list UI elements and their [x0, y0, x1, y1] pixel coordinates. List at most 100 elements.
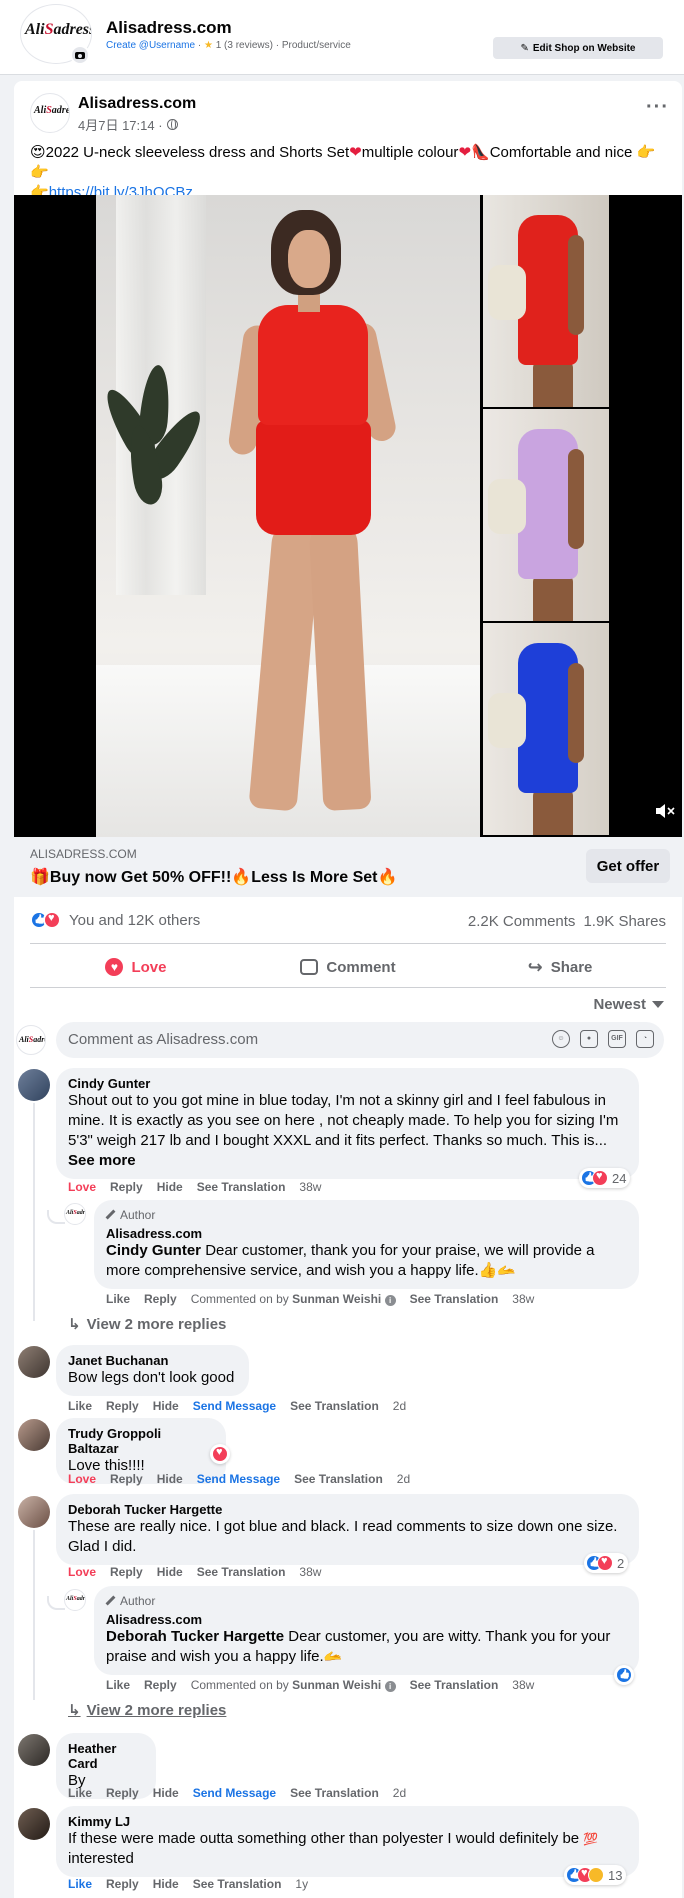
- like-action[interactable]: Like: [106, 1292, 130, 1306]
- commenter-avatar[interactable]: [18, 1069, 50, 1101]
- reply-author-name[interactable]: Alisadress.com: [106, 1226, 627, 1241]
- hide-action[interactable]: Hide: [153, 1877, 179, 1891]
- mention[interactable]: Deborah Tucker Hargette: [106, 1628, 284, 1645]
- reply-time[interactable]: 38w: [512, 1678, 534, 1692]
- post-text-part2: multiple colour: [361, 144, 459, 161]
- emoji-icon[interactable]: ☺: [552, 1030, 570, 1048]
- hide-action[interactable]: Hide: [157, 1472, 183, 1486]
- post-author-name[interactable]: Alisadress.com: [78, 95, 196, 113]
- hide-action[interactable]: Hide: [153, 1399, 179, 1413]
- commenter-avatar[interactable]: [18, 1496, 50, 1528]
- see-translation-action[interactable]: See Translation: [290, 1786, 379, 1800]
- author-reply-avatar[interactable]: AliSadress: [64, 1589, 86, 1611]
- see-translation-action[interactable]: See Translation: [294, 1472, 383, 1486]
- hide-action[interactable]: Hide: [157, 1565, 183, 1579]
- reply-reactions[interactable]: [614, 1665, 634, 1685]
- reply-action[interactable]: Reply: [110, 1472, 143, 1486]
- comment-bubble: Janet Buchanan Bow legs don't look good: [56, 1345, 249, 1396]
- comment-time[interactable]: 2d: [393, 1786, 406, 1800]
- rating-text[interactable]: 1 (3 reviews): [216, 40, 273, 51]
- comment-time[interactable]: 1y: [295, 1877, 308, 1891]
- comment-reactions[interactable]: [210, 1444, 230, 1464]
- shares-count[interactable]: 1.9K Shares: [583, 913, 666, 930]
- commenter-name[interactable]: Trudy Groppoli Baltazar: [68, 1426, 214, 1456]
- camera-icon[interactable]: [70, 45, 90, 65]
- love-action[interactable]: Love: [68, 1565, 96, 1579]
- like-action[interactable]: Like: [68, 1399, 92, 1413]
- author-reply-avatar[interactable]: AliSadress: [64, 1203, 86, 1225]
- edit-shop-button[interactable]: ✎ Edit Shop on Website: [493, 37, 663, 59]
- hide-action[interactable]: Hide: [153, 1786, 179, 1800]
- mute-icon[interactable]: [654, 801, 676, 821]
- comment-button[interactable]: Comment: [242, 947, 454, 987]
- see-translation-action[interactable]: See Translation: [290, 1399, 379, 1413]
- post-video[interactable]: [14, 195, 682, 837]
- reply-action[interactable]: Reply: [144, 1292, 177, 1306]
- love-action[interactable]: Love: [68, 1180, 96, 1194]
- share-icon: ↪: [527, 956, 543, 977]
- sort-dropdown[interactable]: Newest: [593, 996, 664, 1013]
- like-action[interactable]: Like: [106, 1678, 130, 1692]
- send-message-action[interactable]: Send Message: [193, 1786, 276, 1800]
- view-more-replies[interactable]: ↳ View 2 more replies: [68, 1701, 226, 1720]
- commenter-avatar[interactable]: [18, 1808, 50, 1840]
- info-icon[interactable]: i: [384, 1295, 396, 1306]
- comment-composer[interactable]: Comment as Alisadress.com ☺ ● GIF ◔: [56, 1022, 664, 1058]
- love-button[interactable]: ♥ Love: [30, 947, 242, 987]
- get-offer-button[interactable]: Get offer: [586, 849, 670, 883]
- see-more-link[interactable]: See more: [68, 1152, 136, 1169]
- see-translation-action[interactable]: See Translation: [197, 1565, 286, 1579]
- link-preview[interactable]: ALISADRESS.COM 🎁Buy now Get 50% OFF!!🔥Le…: [14, 837, 682, 897]
- reply-action[interactable]: Reply: [144, 1678, 177, 1692]
- page-name[interactable]: Alisadress.com: [106, 18, 232, 38]
- commenter-name[interactable]: Heather Card: [68, 1741, 144, 1771]
- commenter-avatar[interactable]: [18, 1734, 50, 1766]
- commenter-link[interactable]: Sunman Weishi: [292, 1292, 381, 1306]
- commenter-name[interactable]: Cindy Gunter: [68, 1076, 627, 1091]
- commenter-avatar[interactable]: [18, 1346, 50, 1378]
- commenter-name[interactable]: Deborah Tucker Hargette: [68, 1502, 627, 1517]
- more-options-icon[interactable]: ···: [646, 97, 669, 117]
- comment-time[interactable]: 38w: [299, 1565, 321, 1579]
- love-action[interactable]: Love: [68, 1472, 96, 1486]
- post-author-avatar[interactable]: AliSadress: [30, 93, 70, 133]
- commenter-avatar[interactable]: [18, 1419, 50, 1451]
- see-translation-action[interactable]: See Translation: [193, 1877, 282, 1891]
- reply-action[interactable]: Reply: [106, 1399, 139, 1413]
- view-more-replies[interactable]: ↳ View 2 more replies: [68, 1315, 226, 1334]
- see-translation-action[interactable]: See Translation: [410, 1678, 499, 1692]
- mention[interactable]: Cindy Gunter: [106, 1242, 201, 1259]
- see-translation-action[interactable]: See Translation: [410, 1292, 499, 1306]
- comment-reactions[interactable]: 24: [579, 1168, 631, 1188]
- send-message-action[interactable]: Send Message: [197, 1472, 280, 1486]
- comments-count[interactable]: 2.2K Comments: [468, 913, 576, 930]
- like-action[interactable]: Like: [68, 1786, 92, 1800]
- commenter-name[interactable]: Janet Buchanan: [68, 1353, 237, 1368]
- send-message-action[interactable]: Send Message: [193, 1399, 276, 1413]
- hide-action[interactable]: Hide: [157, 1180, 183, 1194]
- info-icon[interactable]: i: [384, 1681, 396, 1692]
- reactions-left[interactable]: You and 12K others: [30, 911, 200, 929]
- reply-action[interactable]: Reply: [106, 1786, 139, 1800]
- sticker-icon[interactable]: ◔: [636, 1030, 654, 1048]
- comment-time[interactable]: 2d: [397, 1472, 410, 1486]
- comment-time[interactable]: 2d: [393, 1399, 406, 1413]
- reply-time[interactable]: 38w: [512, 1292, 534, 1306]
- reply-action[interactable]: Reply: [110, 1565, 143, 1579]
- reply-action[interactable]: Reply: [106, 1877, 139, 1891]
- share-button[interactable]: ↪ Share: [454, 947, 666, 987]
- see-translation-action[interactable]: See Translation: [197, 1180, 286, 1194]
- post-timestamp[interactable]: 4月7日 17:14 ·: [78, 115, 178, 134]
- commenter-name[interactable]: Kimmy LJ: [68, 1814, 627, 1829]
- reply-action[interactable]: Reply: [110, 1180, 143, 1194]
- commenter-link[interactable]: Sunman Weishi: [292, 1678, 381, 1692]
- reply-author-name[interactable]: Alisadress.com: [106, 1612, 627, 1627]
- comment-reactions[interactable]: 13: [564, 1865, 627, 1885]
- composer-avatar[interactable]: AliSadress: [16, 1025, 46, 1055]
- gif-icon[interactable]: GIF: [608, 1030, 626, 1048]
- create-username-link[interactable]: Create @Username: [106, 40, 195, 51]
- camera-icon[interactable]: ●: [580, 1030, 598, 1048]
- comment-time[interactable]: 38w: [299, 1180, 321, 1194]
- comment-reactions[interactable]: 2: [584, 1553, 629, 1573]
- like-action[interactable]: Like: [68, 1877, 92, 1891]
